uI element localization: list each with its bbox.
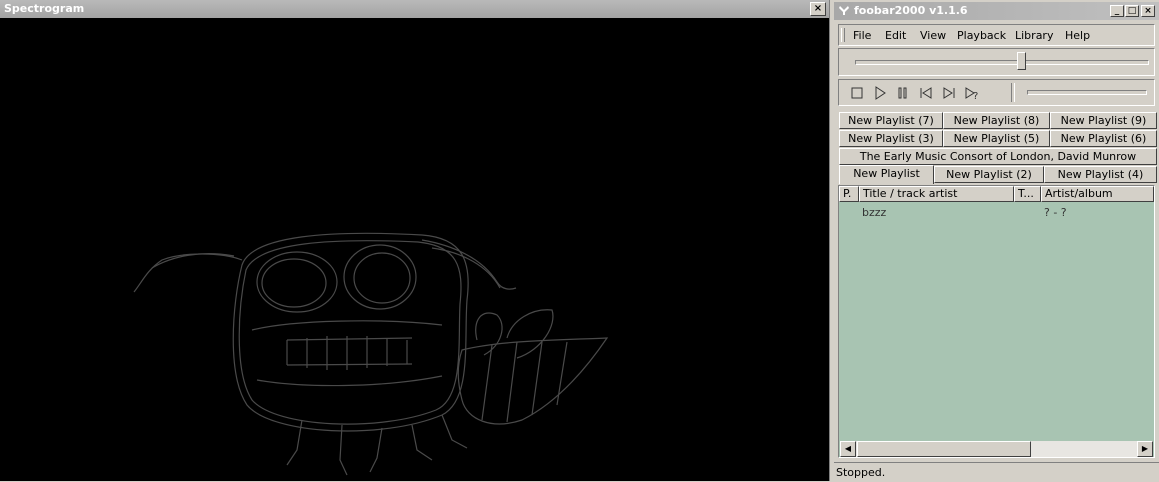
menu-edit[interactable]: Edit [885, 29, 906, 42]
foobar-titlebar[interactable]: foobar2000 v1.1.6 _ □ × [834, 2, 1159, 20]
spectrogram-window: Spectrogram × [0, 0, 829, 481]
previous-icon[interactable] [918, 85, 934, 101]
spectrogram-titlebar[interactable]: Spectrogram × [0, 0, 829, 18]
menu-file[interactable]: File [853, 29, 871, 42]
tab-new-playlist-6[interactable]: New Playlist (6) [1050, 130, 1157, 147]
bee-body-outline [232, 232, 469, 432]
tab-new-playlist-5[interactable]: New Playlist (5) [943, 130, 1050, 147]
menu-bar: File Edit View Playback Library Help [838, 24, 1155, 46]
foobar-app-icon [839, 6, 849, 15]
volume-separator [1011, 83, 1015, 102]
seekbar-toolbar [838, 48, 1155, 76]
menu-library[interactable]: Library [1015, 29, 1053, 42]
tab-new-playlist-9[interactable]: New Playlist (9) [1050, 112, 1157, 129]
random-icon[interactable]: ? [964, 85, 980, 101]
playback-toolbar: ? [838, 79, 1155, 106]
column-artist-album[interactable]: Artist/album [1041, 186, 1154, 202]
tab-new-playlist-4[interactable]: New Playlist (4) [1044, 166, 1157, 183]
row-title: bzzz [862, 206, 887, 219]
bee-drawing [133, 232, 609, 476]
tab-new-playlist-8[interactable]: New Playlist (8) [943, 112, 1050, 129]
menu-grip[interactable] [841, 28, 845, 42]
spectrogram-title: Spectrogram [4, 2, 85, 15]
column-playing[interactable]: P. [839, 186, 859, 202]
next-icon[interactable] [941, 85, 957, 101]
bee-body-outline-2 [238, 240, 462, 425]
column-time[interactable]: T... [1014, 186, 1041, 202]
pause-icon[interactable] [895, 85, 911, 101]
tab-new-playlist-3[interactable]: New Playlist (3) [839, 130, 943, 147]
spectrogram-close-button[interactable]: × [810, 2, 826, 16]
bee-wing-2 [506, 309, 554, 359]
minimize-button[interactable]: _ [1110, 5, 1124, 17]
bee-legs [286, 414, 468, 476]
close-button[interactable]: × [1141, 5, 1155, 17]
bee-mouth-top [251, 320, 443, 331]
column-title[interactable]: Title / track artist [859, 186, 1014, 202]
tab-new-playlist-7[interactable]: New Playlist (7) [839, 112, 943, 129]
scroll-left-icon[interactable]: ◀ [840, 441, 856, 457]
foobar-window: foobar2000 v1.1.6 _ □ × File Edit View P… [834, 0, 1159, 481]
status-bar: Stopped. [834, 462, 1159, 482]
tab-new-playlist[interactable]: New Playlist [839, 165, 934, 184]
scroll-right-icon[interactable]: ▶ [1137, 441, 1153, 457]
spectrogram-canvas [2, 20, 827, 479]
menu-view[interactable]: View [920, 29, 946, 42]
bee-eye-right [343, 244, 417, 310]
playlist-view: P. Title / track artist T... Artist/albu… [838, 185, 1155, 458]
tab-new-playlist-2[interactable]: New Playlist (2) [934, 166, 1044, 183]
seekbar-track[interactable] [855, 60, 1149, 65]
tab-early-music-consort[interactable]: The Early Music Consort of London, David… [839, 148, 1157, 165]
horizontal-scrollbar[interactable]: ◀ ▶ [840, 441, 1153, 457]
status-text: Stopped. [836, 466, 886, 479]
bee-stripes [481, 341, 568, 423]
row-artist-album: ? - ? [1044, 206, 1067, 219]
seekbar-thumb[interactable] [1017, 52, 1026, 70]
play-icon[interactable] [872, 85, 888, 101]
foobar-title: foobar2000 v1.1.6 [854, 4, 968, 17]
bee-mouth-bottom [256, 375, 443, 387]
menu-help[interactable]: Help [1065, 29, 1090, 42]
menu-playback[interactable]: Playback [957, 29, 1006, 42]
svg-text:?: ? [973, 91, 978, 101]
stop-icon[interactable] [849, 85, 865, 101]
bee-eye-left [256, 251, 338, 313]
bee-wing-1 [475, 312, 503, 356]
maximize-button[interactable]: □ [1125, 5, 1139, 17]
bee-antenna-left [133, 253, 243, 293]
volume-slider[interactable] [1027, 90, 1147, 95]
bee-antenna-right [421, 239, 517, 290]
scroll-thumb[interactable] [857, 441, 1031, 457]
